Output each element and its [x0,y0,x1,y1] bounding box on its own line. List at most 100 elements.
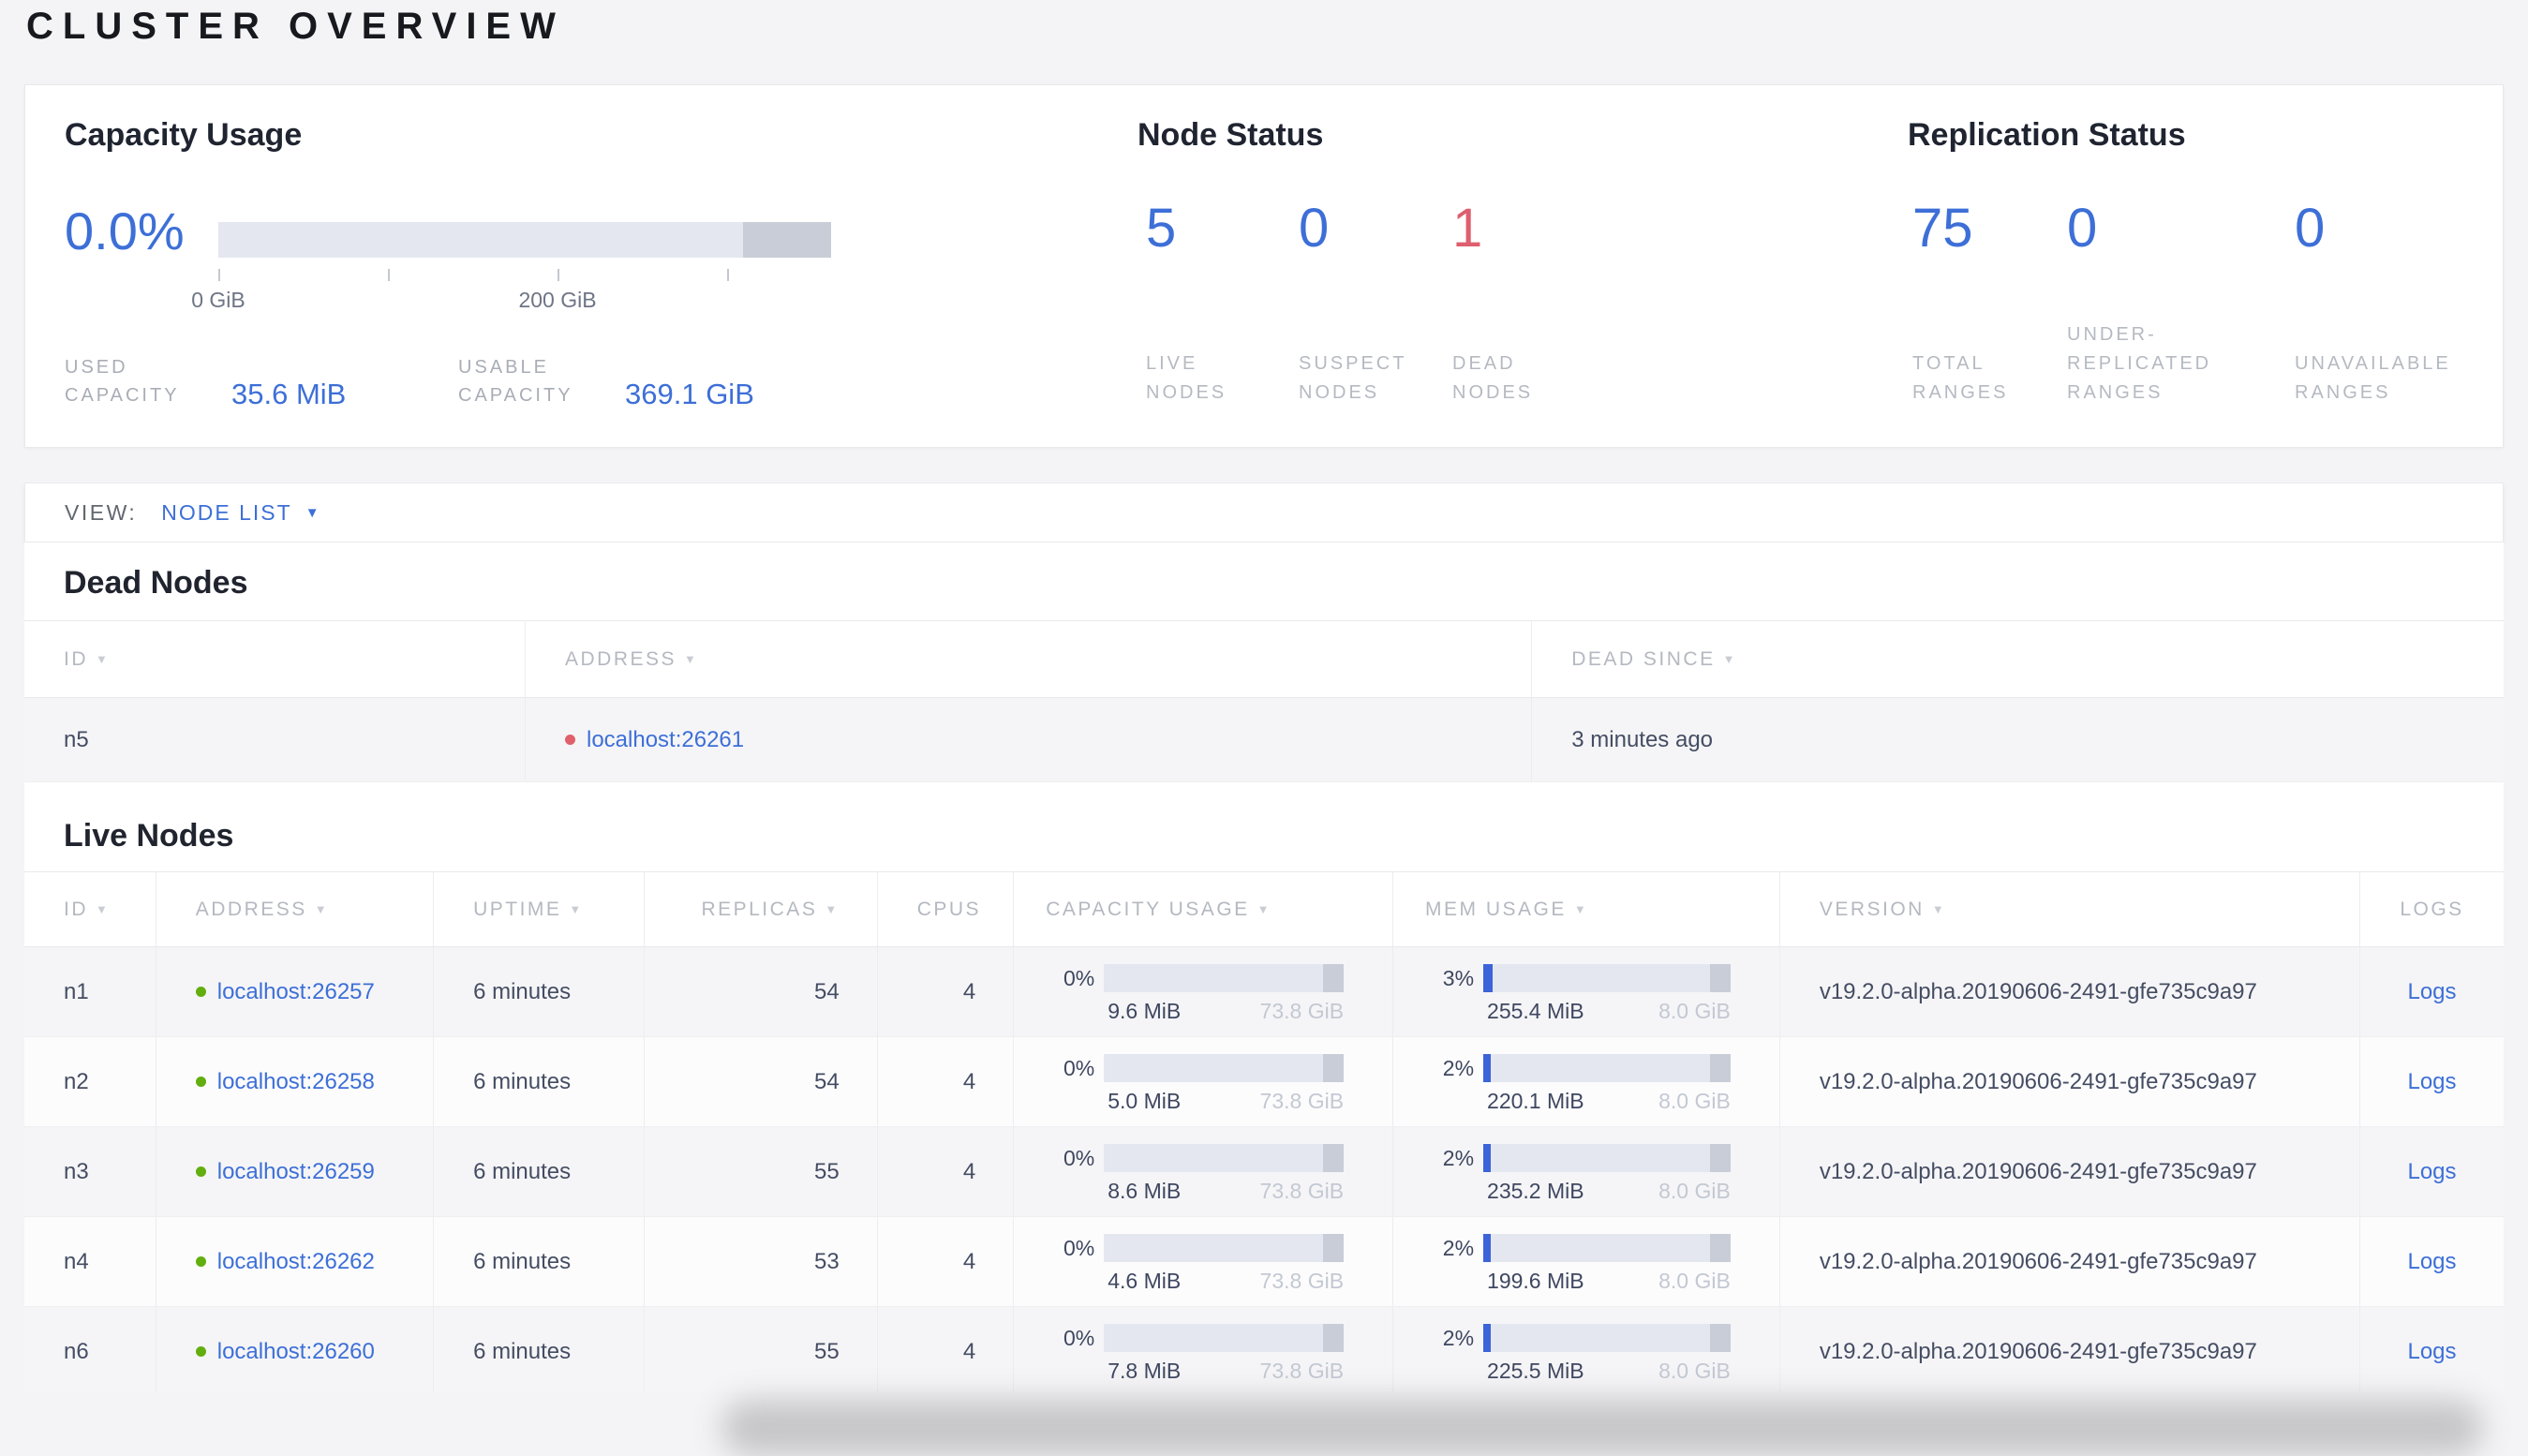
capacity-usage-bar [1104,1053,1345,1082]
sort-arrow-icon: ▼ [825,901,840,916]
used-capacity-label: USED CAPACITY [65,357,180,406]
axis-tick-label-200gib: 200 GiB [518,288,597,312]
sort-arrow-icon: ▼ [684,651,699,666]
live-col-header-mem-usage[interactable]: MEM USAGE ▼ [1392,871,1780,947]
mem-used-value: 225.5 MiB [1487,1358,1584,1383]
window-bottom-shadow [721,1400,2483,1456]
capacity-gauge-bar [218,222,831,258]
live-node-address-link[interactable]: localhost:26257 [217,979,375,1004]
capacity-bar-endcap [1323,963,1345,992]
live-nodes-label: LIVE NODES [1146,353,1227,403]
live-node-row: n3 localhost:26259 6 minutes 55 4 0% 8.6… [24,1126,2504,1217]
live-node-capacity-cell: 0% 9.6 MiB 73.8 GiB [1013,946,1394,1037]
live-nodes-header-row: ID ▼ ADDRESS ▼ UPTIME ▼ REPLICAS ▼ CPUS CAPA… [24,871,2504,947]
live-node-address-link[interactable]: localhost:26260 [217,1339,375,1364]
mem-total-value: 8.0 GiB [1658,998,1731,1023]
logs-link[interactable]: Logs [2407,1069,2456,1094]
live-node-uptime: 6 minutes [433,1036,645,1127]
node-status-title: Node Status [1138,117,1324,153]
live-col-header-capacity-usage[interactable]: CAPACITY USAGE ▼ [1013,871,1394,947]
usable-capacity-label: USABLE CAPACITY [458,357,573,406]
mem-usage-bar [1483,1323,1731,1352]
page-title: CLUSTER OVERVIEW [26,6,565,47]
live-node-capacity-cell: 0% 7.8 MiB 73.8 GiB [1013,1306,1394,1392]
mem-percent: 2% [1442,1235,1475,1260]
live-node-address-link[interactable]: localhost:26262 [217,1249,375,1274]
unavailable-ranges-count: 0 [2295,198,2326,259]
dead-col-header-address[interactable]: ADDRESS ▼ [525,620,1533,698]
capacity-bar-endcap [1323,1143,1345,1172]
capacity-bar-endcap [1323,1323,1345,1352]
live-col-header-uptime[interactable]: UPTIME ▼ [433,871,645,947]
view-selector-bar: VIEW: NODE LIST ▼ [24,483,2504,542]
live-col-header-replicas[interactable]: REPLICAS ▼ [644,871,878,947]
capacity-used-value: 4.6 MiB [1108,1268,1182,1293]
dead-nodes-heading: Dead Nodes [64,565,248,601]
live-node-cpus: 4 [877,1036,1015,1127]
live-node-mem-cell: 2% 235.2 MiB 8.0 GiB [1392,1126,1780,1217]
live-node-row: n2 localhost:26258 6 minutes 54 4 0% 5.0… [24,1036,2504,1127]
dead-col-header-id[interactable]: ID ▼ [24,620,526,698]
capacity-percent: 0% [1063,1325,1095,1350]
nodes-section: Dead Nodes ID ▼ ADDRESS ▼ DEAD SINCE ▼ n5 l… [24,542,2504,1392]
live-node-address-cell: localhost:26258 [156,1036,435,1127]
live-node-logs-cell: Logs [2359,1126,2504,1217]
dead-status-dot-icon [564,734,575,745]
mem-used-value: 199.6 MiB [1487,1268,1584,1293]
live-nodes-count: 5 [1146,198,1177,259]
view-dropdown-value: NODE LIST [161,499,292,525]
live-node-cpus: 4 [877,1216,1015,1307]
dead-col-header-dead-since[interactable]: DEAD SINCE ▼ [1531,620,2504,698]
mem-total-value: 8.0 GiB [1658,1178,1731,1203]
axis-tick [558,269,559,281]
capacity-total-value: 73.8 GiB [1259,1268,1345,1293]
capacity-percent: 0% [1063,965,1095,990]
under-replicated-ranges-count: 0 [2067,198,2098,259]
live-node-address-link[interactable]: localhost:26259 [217,1159,375,1184]
live-col-header-address[interactable]: ADDRESS ▼ [156,871,435,947]
logs-link[interactable]: Logs [2407,1159,2456,1184]
usable-capacity-value: 369.1 GiB [625,378,754,410]
view-dropdown[interactable]: NODE LIST ▼ [161,500,320,526]
live-col-header-id[interactable]: ID ▼ [24,871,156,947]
live-node-replicas: 53 [644,1216,878,1307]
mem-usage-bar [1483,963,1731,992]
live-node-address-cell: localhost:26262 [156,1216,435,1307]
live-node-uptime: 6 minutes [433,946,645,1037]
capacity-used-percent: 0.0% [65,201,185,260]
live-node-mem-cell: 3% 255.4 MiB 8.0 GiB [1392,946,1780,1037]
dead-node-address-link[interactable]: localhost:26261 [587,727,744,752]
logs-link[interactable]: Logs [2407,1249,2456,1274]
capacity-total-value: 73.8 GiB [1259,998,1345,1023]
live-col-header-version[interactable]: VERSION ▼ [1779,871,2360,947]
capacity-usage-bar [1104,1143,1345,1172]
live-node-capacity-cell: 0% 8.6 MiB 73.8 GiB [1013,1126,1394,1217]
mem-bar-endcap [1709,1233,1731,1262]
live-node-address-cell: localhost:26257 [156,946,435,1037]
live-node-logs-cell: Logs [2359,1306,2504,1392]
dead-nodes-label: DEAD NODES [1452,353,1534,403]
logs-link[interactable]: Logs [2407,979,2456,1004]
mem-total-value: 8.0 GiB [1658,1358,1731,1383]
live-status-dot-icon [195,986,206,997]
capacity-percent: 0% [1063,1055,1095,1080]
mem-total-value: 8.0 GiB [1658,1088,1731,1113]
used-capacity-stat: USED CAPACITY 35.6 MiB [65,353,346,410]
usable-capacity-stat: USABLE CAPACITY 369.1 GiB [458,353,754,410]
live-node-version: v19.2.0-alpha.20190606-2491-gfe735c9a97 [1779,1306,2360,1392]
sort-arrow-icon: ▼ [314,901,330,916]
dead-node-row: n5 localhost:26261 3 minutes ago [24,697,2504,782]
axis-tick [727,269,729,281]
capacity-total-value: 73.8 GiB [1259,1178,1345,1203]
mem-total-value: 8.0 GiB [1658,1268,1731,1293]
live-node-address-link[interactable]: localhost:26258 [217,1069,375,1094]
live-node-capacity-cell: 0% 4.6 MiB 73.8 GiB [1013,1216,1394,1307]
dead-node-address-cell: localhost:26261 [525,697,1533,782]
mem-percent: 2% [1442,1145,1475,1170]
live-status-dot-icon [195,1345,206,1357]
mem-usage-fill [1483,1323,1492,1352]
axis-tick [388,269,390,281]
logs-link[interactable]: Logs [2407,1339,2456,1364]
live-col-header-cpus[interactable]: CPUS [877,871,1015,947]
live-node-mem-cell: 2% 225.5 MiB 8.0 GiB [1392,1306,1780,1392]
